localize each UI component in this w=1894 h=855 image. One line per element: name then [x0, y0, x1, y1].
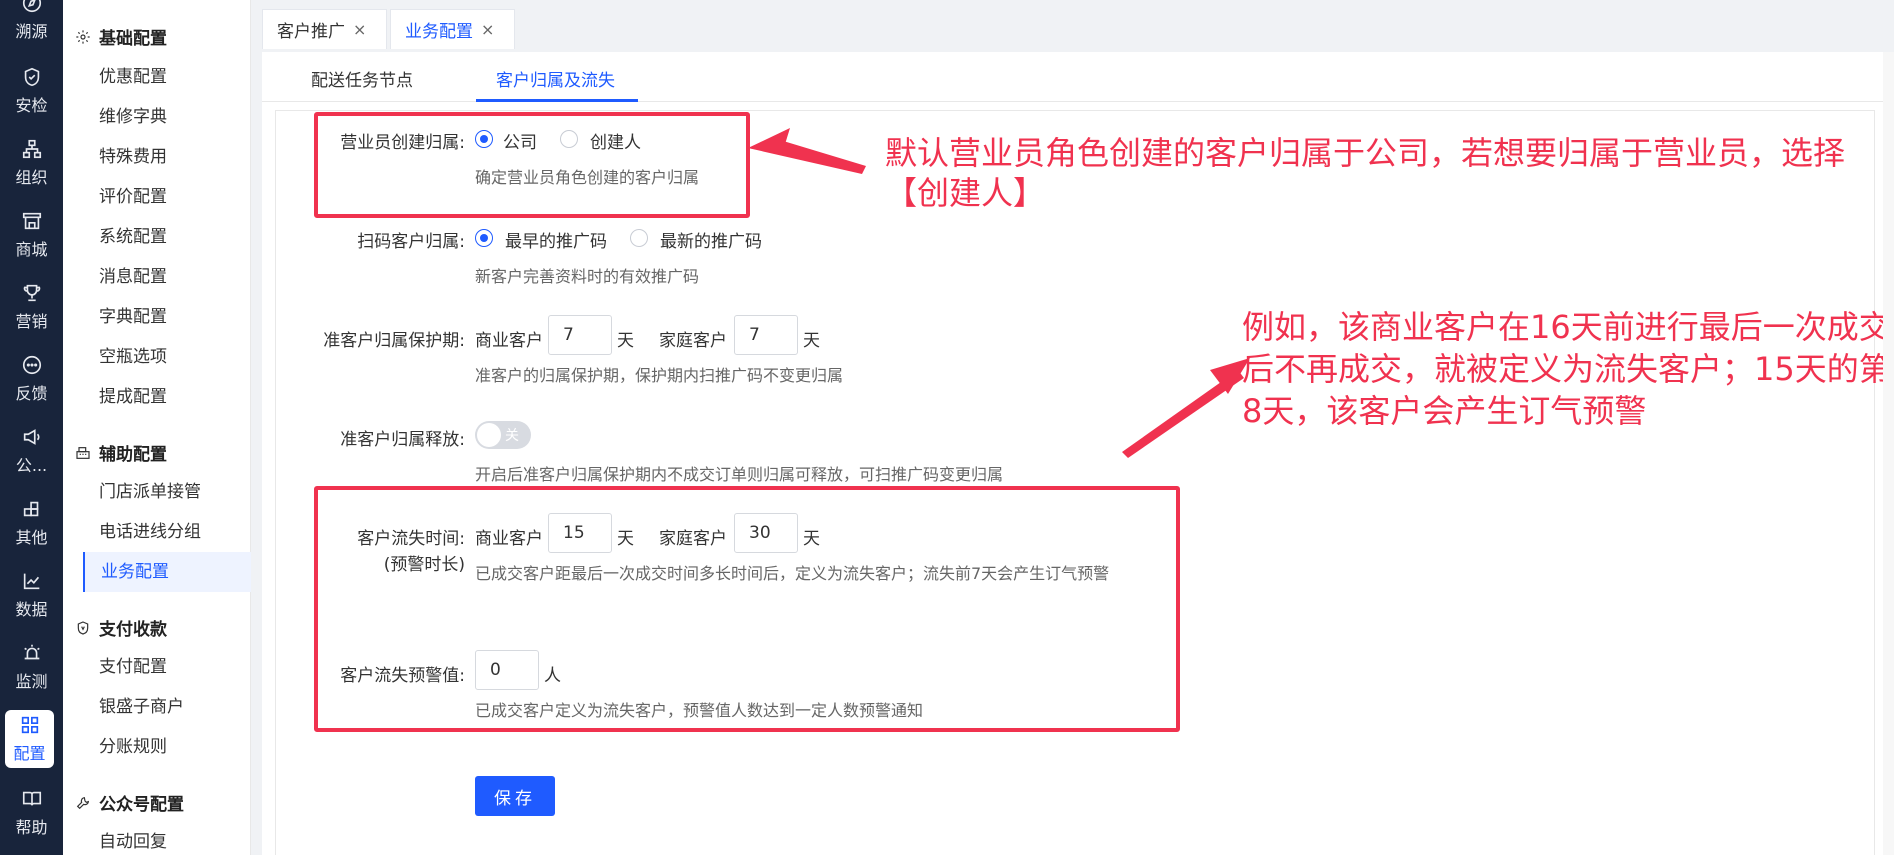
- active-tab-underline: [476, 99, 638, 102]
- radio-latest-code-label[interactable]: 最新的推广码: [660, 227, 762, 252]
- menu-item[interactable]: 字典配置: [99, 297, 167, 337]
- trophy-icon: [23, 284, 40, 302]
- annotation-text-churn-1: 例如，该商业客户在16天前进行最后一次成交: [1242, 308, 1891, 346]
- switch-state-text: 关: [505, 428, 519, 444]
- unit-day: 天: [617, 331, 634, 351]
- menu-item[interactable]: 门店派单接管: [99, 472, 201, 512]
- save-button[interactable]: 保存: [475, 776, 555, 816]
- close-icon[interactable]: ×: [353, 20, 366, 39]
- release-label: 准客户归属释放:: [340, 430, 465, 450]
- menu-item[interactable]: 自动回复: [99, 822, 167, 855]
- scrollbar[interactable]: [1883, 52, 1894, 855]
- protect-period-hint: 准客户的归属保护期，保护期内扫推广码不变更归属: [475, 366, 844, 385]
- rail-item-marketing[interactable]: 营销: [0, 272, 63, 342]
- radio-earliest-code-label[interactable]: 最早的推广码: [505, 227, 607, 252]
- wrench-icon: [76, 796, 90, 809]
- menu-group-wechat[interactable]: 公众号配置: [75, 790, 184, 815]
- sub-tabs: 配送任务节点 客户归属及流失: [262, 52, 1894, 102]
- menu-item[interactable]: 电话进线分组: [99, 512, 201, 552]
- grid-icon: [21, 716, 38, 734]
- shield-check-icon: [77, 620, 89, 635]
- annotation-text-churn-2: 后不再成交，就被定义为流失客户；15天的第: [1242, 350, 1891, 388]
- cash-register-icon: [76, 446, 90, 459]
- menu-item-business-config[interactable]: 业务配置: [83, 552, 251, 592]
- protect-home-label: 家庭客户: [659, 331, 727, 351]
- config-menu: 基础配置 优惠配置 维修字典 特殊费用 评价配置 系统配置 消息配置 字典配置 …: [63, 0, 251, 855]
- page-tabs-bar: 客户推广 × 业务配置 ×: [262, 0, 1894, 52]
- radio-latest-code[interactable]: [630, 229, 648, 247]
- radio-earliest-code[interactable]: [475, 229, 493, 247]
- menu-item[interactable]: 银盛子商户: [99, 687, 184, 727]
- menu-group-basic[interactable]: 基础配置: [75, 24, 167, 49]
- switch-knob: [477, 423, 501, 447]
- menu-item[interactable]: 空瓶选项: [99, 337, 167, 377]
- annotation-box-ownership: [314, 112, 750, 218]
- menu-item[interactable]: 分账规则: [99, 727, 167, 767]
- annotation-text-churn-3: 8天，该客户会产生订气预警: [1242, 392, 1647, 430]
- menu-item[interactable]: 优惠配置: [99, 57, 167, 97]
- megaphone-icon: [23, 429, 40, 445]
- rail-item-help[interactable]: 帮助: [0, 778, 63, 848]
- protect-business-label: 商业客户: [475, 331, 543, 351]
- rail-item-other[interactable]: 其他: [0, 488, 63, 558]
- compass-icon: [22, 0, 41, 13]
- release-switch[interactable]: 关: [475, 421, 531, 449]
- rail-item-org[interactable]: 组织: [0, 128, 63, 198]
- shield-icon: [24, 67, 39, 87]
- store-icon: [22, 212, 41, 230]
- page-tab-business-config[interactable]: 业务配置 ×: [390, 9, 515, 49]
- scan-ownership-hint: 新客户完善资料时的有效推广码: [475, 267, 700, 286]
- line-chart-icon: [23, 573, 39, 590]
- menu-item[interactable]: 提成配置: [99, 377, 167, 417]
- menu-item[interactable]: 系统配置: [99, 217, 167, 257]
- left-rail: 溯源 安检 组织 商城 营销 反馈 公... 其他 数据 监测 配置 帮助: [0, 0, 63, 855]
- annotation-text-ownership-2: 【创建人】: [885, 174, 1046, 212]
- release-hint: 开启后准客户归属保护期内不成交订单则归属可释放，可扫推广码变更归属: [475, 465, 1004, 484]
- menu-item[interactable]: 评价配置: [99, 177, 167, 217]
- alarm-icon: [23, 644, 40, 660]
- menu-item[interactable]: 支付配置: [99, 647, 167, 687]
- unit-day: 天: [803, 331, 820, 351]
- tab-delivery-nodes[interactable]: 配送任务节点: [311, 66, 413, 91]
- book-icon: [22, 791, 41, 806]
- rail-item-mall[interactable]: 商城: [0, 200, 63, 270]
- tab-customer-ownership[interactable]: 客户归属及流失: [496, 66, 615, 91]
- rail-item-trace[interactable]: 溯源: [0, 0, 63, 52]
- blocks-icon: [23, 501, 38, 517]
- org-chart-icon: [22, 139, 41, 159]
- close-icon[interactable]: ×: [481, 20, 494, 39]
- menu-item[interactable]: 特殊费用: [99, 137, 167, 177]
- rail-item-config[interactable]: 配置: [5, 710, 54, 768]
- rail-item-data[interactable]: 数据: [0, 560, 63, 630]
- menu-item[interactable]: 消息配置: [99, 257, 167, 297]
- protect-period-label: 准客户归属保护期:: [323, 331, 465, 351]
- scan-ownership-label: 扫码客户归属:: [357, 232, 465, 252]
- rail-item-safety[interactable]: 安检: [0, 56, 63, 126]
- protect-home-input[interactable]: 7: [734, 315, 798, 355]
- menu-group-payment[interactable]: 支付收款: [75, 615, 167, 640]
- menu-item[interactable]: 维修字典: [99, 97, 167, 137]
- chat-icon: [22, 355, 41, 375]
- protect-business-input[interactable]: 7: [548, 315, 612, 355]
- annotation-box-churn: [314, 486, 1180, 732]
- rail-item-feedback[interactable]: 反馈: [0, 344, 63, 414]
- rail-item-monitor[interactable]: 监测: [0, 632, 63, 702]
- gear-icon: [76, 29, 90, 44]
- rail-item-notice[interactable]: 公...: [0, 416, 63, 486]
- annotation-text-ownership-1: 默认营业员角色创建的客户归属于公司，若想要归属于营业员，选择: [885, 134, 1846, 172]
- menu-group-aux[interactable]: 辅助配置: [75, 440, 167, 465]
- page-tab-customer-promo[interactable]: 客户推广 ×: [262, 9, 387, 49]
